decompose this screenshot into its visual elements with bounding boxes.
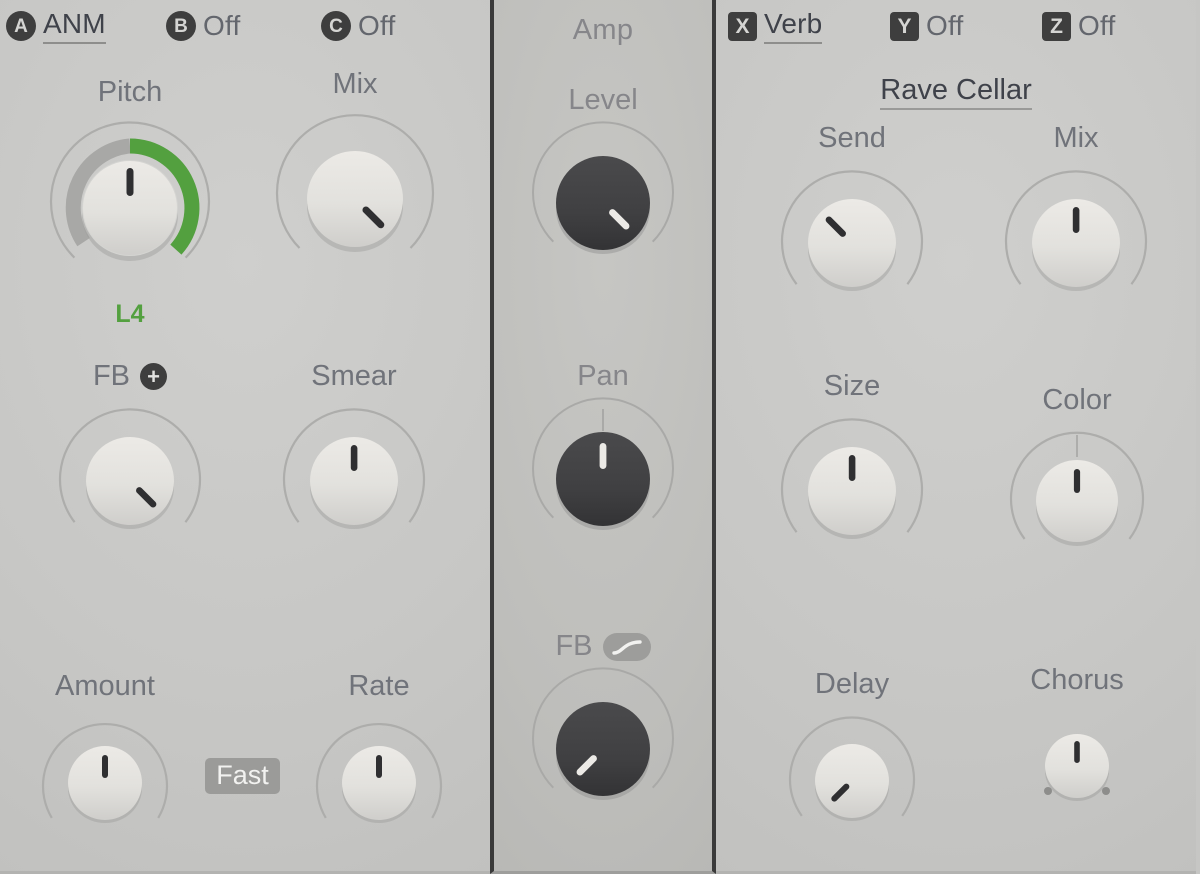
slot-z[interactable]: Z Off	[1042, 10, 1115, 42]
right-effect-panel: X Verb Y Off Z Off Rave Cellar Send Mix …	[716, 0, 1196, 874]
amp-panel: Amp Level Pan FB	[490, 0, 716, 874]
left-slot-selector: A ANM B Off C Off	[0, 8, 490, 44]
knob-block-size: Size	[764, 372, 940, 567]
effects-rack: A ANM B Off C Off Pitch L4 Mix FB + Smea…	[0, 0, 1200, 874]
amp-title: Amp	[572, 14, 634, 46]
amount-label: Amount	[55, 670, 155, 702]
knob-block-level: Level	[508, 86, 698, 276]
rate-label: Rate	[348, 670, 410, 702]
pitch-label: Pitch	[97, 76, 163, 108]
plus-icon[interactable]: +	[140, 363, 168, 390]
fb-left-label-text: FB	[92, 360, 131, 392]
rate-knob[interactable]	[296, 707, 462, 847]
chorus-label: Chorus	[1030, 664, 1124, 696]
knob-block-rate: Rate	[296, 672, 462, 852]
slot-c[interactable]: C Off	[321, 10, 395, 42]
slot-y-label[interactable]: Off	[926, 10, 963, 42]
speed-toggle[interactable]: Fast	[205, 758, 280, 795]
knob-block-amount: Amount	[22, 672, 188, 852]
pitch-knob[interactable]	[35, 113, 225, 293]
delay-knob[interactable]	[774, 705, 930, 845]
pitch-value: L4	[115, 300, 145, 328]
send-knob[interactable]	[764, 159, 940, 314]
knob-block-pan: Pan	[508, 362, 698, 552]
speed-toggle-block: Fast	[195, 758, 290, 795]
slot-y[interactable]: Y Off	[890, 10, 1042, 42]
left-effect-panel: A ANM B Off C Off Pitch L4 Mix FB + Smea…	[0, 0, 490, 874]
knob-block-send: Send	[764, 124, 940, 319]
smear-knob[interactable]	[266, 397, 442, 552]
slot-x-label[interactable]: Verb	[764, 8, 823, 44]
knob-block-pitch: Pitch L4	[35, 78, 225, 327]
fb-center-knob[interactable]	[508, 667, 698, 817]
amount-knob[interactable]	[22, 707, 188, 847]
level-label: Level	[568, 84, 638, 116]
knob-block-chorus: Chorus	[994, 666, 1160, 836]
knob-block-mix-right: Mix	[988, 124, 1164, 319]
knob-block-delay: Delay	[774, 670, 930, 850]
pan-knob[interactable]	[508, 397, 698, 547]
slot-b-badge-icon: B	[166, 11, 196, 41]
delay-label: Delay	[814, 668, 890, 700]
saturation-curve-icon[interactable]	[602, 632, 651, 661]
slot-z-label[interactable]: Off	[1078, 10, 1115, 42]
send-label: Send	[818, 122, 886, 154]
slot-x-badge-icon: X	[728, 11, 757, 41]
preset-name[interactable]: Rave Cellar	[716, 74, 1196, 110]
size-label: Size	[823, 370, 881, 402]
knob-block-color: Color	[994, 386, 1160, 574]
slot-b[interactable]: B Off	[166, 10, 321, 42]
mix-right-knob[interactable]	[988, 159, 1164, 314]
color-knob[interactable]	[994, 421, 1160, 569]
knob-block-fb-left: FB +	[42, 362, 218, 557]
pan-label: Pan	[577, 360, 629, 392]
smear-label: Smear	[311, 360, 397, 392]
slot-a-badge-icon: A	[6, 11, 36, 41]
knob-block-smear: Smear	[266, 362, 442, 557]
knob-block-mix-left: Mix	[262, 70, 448, 288]
slot-b-label[interactable]: Off	[203, 10, 240, 42]
knob-block-fb-center: FB	[508, 632, 698, 822]
level-knob[interactable]	[508, 121, 698, 271]
slot-a-label[interactable]: ANM	[43, 8, 106, 44]
fb-center-label-text: FB	[555, 630, 593, 662]
color-label: Color	[1042, 384, 1112, 416]
right-slot-selector: X Verb Y Off Z Off	[716, 8, 1196, 44]
fb-left-label: FB +	[42, 362, 218, 391]
chorus-knob[interactable]	[994, 701, 1160, 831]
slot-c-label[interactable]: Off	[358, 10, 395, 42]
mix-left-knob[interactable]	[262, 105, 448, 283]
preset-name-text: Rave Cellar	[880, 74, 1032, 110]
slot-a[interactable]: A ANM	[6, 8, 166, 44]
size-knob[interactable]	[764, 407, 940, 562]
fb-center-label: FB	[508, 632, 698, 661]
mix-left-label: Mix	[332, 68, 378, 100]
slot-x[interactable]: X Verb	[728, 8, 890, 44]
mix-right-label: Mix	[1053, 122, 1099, 154]
slot-y-badge-icon: Y	[890, 11, 919, 41]
fb-left-knob[interactable]	[42, 397, 218, 552]
slot-z-badge-icon: Z	[1042, 11, 1071, 41]
slot-c-badge-icon: C	[321, 11, 351, 41]
